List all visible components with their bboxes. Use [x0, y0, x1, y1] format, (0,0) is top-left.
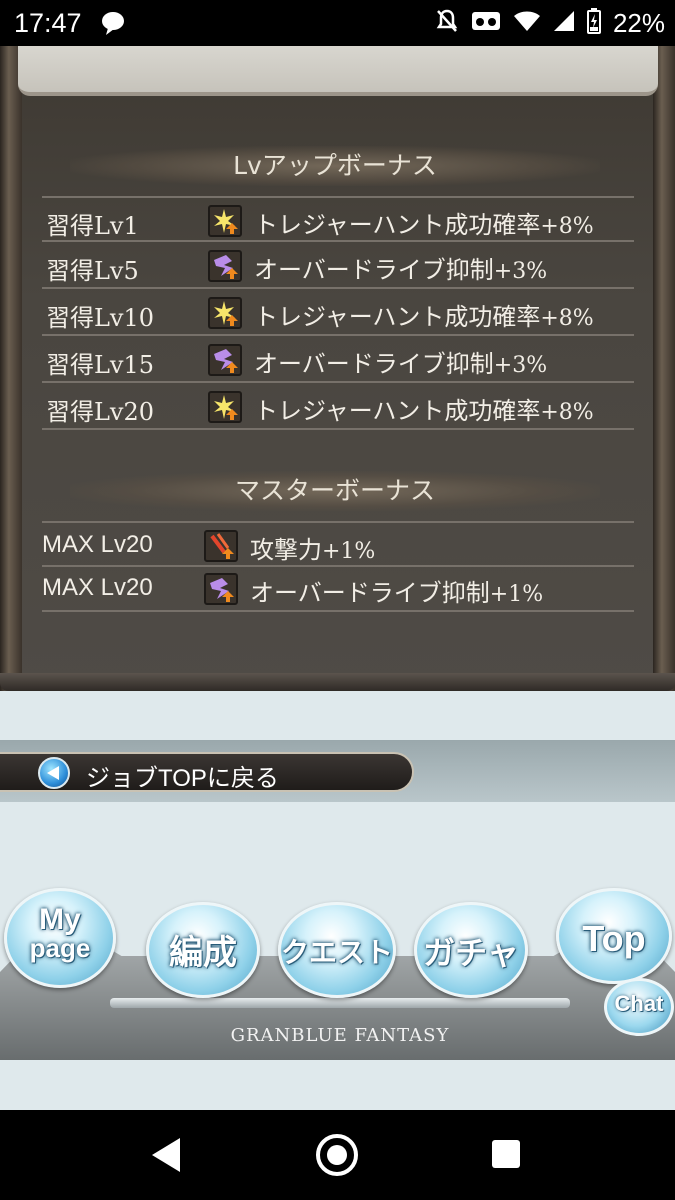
bonus-description: トレジャーハント成功確率+8%: [254, 211, 594, 239]
android-back-icon[interactable]: [152, 1138, 180, 1172]
top-button[interactable]: Top: [556, 888, 672, 984]
quest-button[interactable]: クエスト: [278, 902, 396, 998]
panel-frame-left: [0, 46, 22, 691]
treasure-hunt-icon: [208, 297, 242, 329]
bonus-level: MAX Lv20: [42, 574, 153, 601]
bonus-level: 習得Lv15: [46, 351, 155, 379]
treasure-hunt-icon: [208, 391, 242, 423]
vr-icon: [471, 10, 501, 37]
bonus-description: オーバードライブ抑制+1%: [250, 579, 544, 607]
gacha-button[interactable]: ガチャ: [414, 902, 528, 998]
attack-icon: [204, 530, 238, 562]
notifications-off-icon: [435, 8, 459, 39]
status-bar: 17:47 22%: [0, 0, 675, 46]
overdrive-icon: [208, 250, 242, 282]
bonus-description: オーバードライブ抑制+3%: [254, 256, 548, 284]
signal-icon: [553, 10, 575, 37]
chat-button[interactable]: Chat: [604, 978, 674, 1036]
job-bonus-panel: Lvアップボーナス 習得Lv1 トレジャーハント成功確率+8% 習得Lv5 オー…: [0, 46, 675, 691]
granblue-logo: GRANBLUE FANTASY: [230, 1025, 450, 1046]
battery-percent: 22%: [612, 8, 665, 38]
lv-bonus-row: 習得Lv5 オーバードライブ抑制+3%: [42, 243, 634, 289]
wifi-icon: [513, 10, 541, 37]
treasure-hunt-icon: [208, 205, 242, 237]
game-nav-bar: My page 編成 クエスト ガチャ Top Chat GRANBLUE FA…: [0, 860, 675, 1110]
lv-up-bonus-title: Lvアップボーナス: [70, 146, 600, 186]
lv-bonus-row: 習得Lv15 オーバードライブ抑制+3%: [42, 337, 634, 383]
bonus-description: トレジャーハント成功確率+8%: [254, 397, 594, 425]
panel-frame-right: [653, 46, 675, 691]
back-to-job-top-button[interactable]: ジョブTOPに戻る: [0, 752, 414, 792]
bonus-level: 習得Lv1: [46, 212, 139, 240]
bonus-description: 攻撃力+1%: [250, 536, 376, 564]
back-button-label: ジョブTOPに戻る: [86, 765, 279, 792]
lv-bonus-row: 習得Lv20 トレジャーハント成功確率+8%: [42, 384, 634, 430]
back-arrow-icon: [38, 757, 70, 789]
mypage-button[interactable]: My page: [4, 888, 116, 988]
bonus-description: オーバードライブ抑制+3%: [254, 350, 548, 378]
overdrive-icon: [208, 344, 242, 376]
master-bonus-row: MAX Lv20 オーバードライブ抑制+1%: [42, 566, 634, 612]
overdrive-icon: [204, 573, 238, 605]
panel-bottom-frame: [0, 673, 675, 691]
bonus-level: 習得Lv20: [46, 398, 155, 426]
android-recents-icon[interactable]: [492, 1140, 520, 1168]
clock: 17:47: [14, 8, 82, 38]
panel-header-paper: [18, 46, 658, 96]
battery-charging-icon: [586, 8, 601, 39]
lv-bonus-row: 習得Lv10 トレジャーハント成功確率+8%: [42, 290, 634, 336]
bonus-level: 習得Lv5: [46, 257, 139, 285]
master-bonus-row: MAX Lv20 攻撃力+1%: [42, 521, 634, 567]
bonus-description: トレジャーハント成功確率+8%: [254, 303, 594, 331]
chat-bubble-icon: [100, 10, 126, 41]
android-home-icon[interactable]: [316, 1134, 358, 1176]
android-nav-bar: [0, 1110, 675, 1200]
bonus-level: MAX Lv20: [42, 531, 153, 558]
bonus-level: 習得Lv10: [46, 304, 155, 332]
master-bonus-title: マスターボーナス: [70, 471, 600, 511]
party-button[interactable]: 編成: [146, 902, 260, 998]
lv-bonus-row: 習得Lv1 トレジャーハント成功確率+8%: [42, 196, 634, 242]
